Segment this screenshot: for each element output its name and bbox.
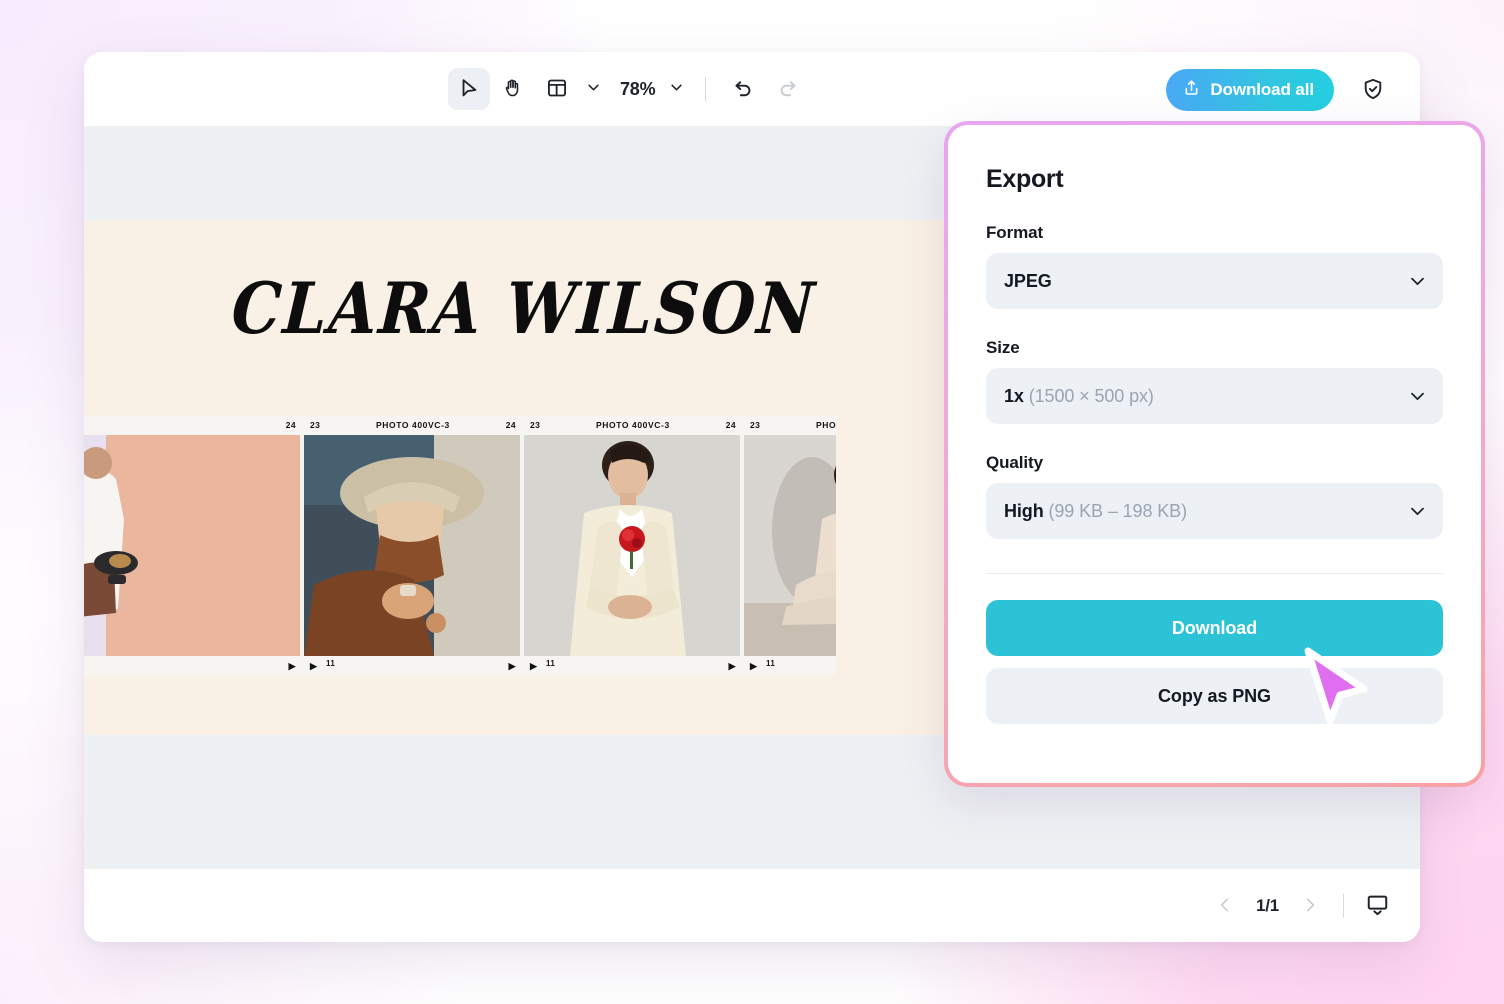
layout-dropdown-button[interactable] [580, 71, 606, 107]
zoom-dropdown-button[interactable] [663, 71, 689, 107]
photo-frame[interactable] [84, 435, 300, 656]
format-select[interactable]: JPEG [986, 253, 1443, 309]
filmstrip[interactable]: 24 23 PHOTO 400VC-3 24 23 PHOTO 400VC-3 … [84, 416, 836, 675]
toolbar-divider [705, 77, 706, 101]
layout-tool-button[interactable] [536, 68, 578, 110]
top-toolbar: 78% [84, 52, 1420, 126]
size-value-group: 1x (1500 × 500 px) [1004, 386, 1154, 407]
film-segment: 24 [84, 416, 304, 435]
film-segment: ▶ 11 ▶ [524, 656, 744, 675]
quality-value: High [1004, 501, 1044, 521]
chevron-down-icon [669, 80, 684, 98]
film-counter: 11 [546, 659, 555, 668]
export-panel: Export Format JPEG Size 1x (1500 × 500 p… [944, 121, 1485, 787]
download-all-button[interactable]: Download all [1166, 69, 1334, 111]
download-button[interactable]: Download [986, 600, 1443, 656]
film-frame-number: 24 [286, 420, 296, 430]
quality-value-group: High (99 KB – 198 KB) [1004, 501, 1187, 522]
select-tool-button[interactable] [448, 68, 490, 110]
film-triangle-icon: ▶ [729, 661, 736, 672]
film-triangle-icon: ▶ [509, 661, 516, 672]
cursor-arrow-icon [458, 77, 480, 102]
previous-page-button[interactable] [1208, 889, 1242, 923]
film-segment: ▶ 11 ▶ [304, 656, 524, 675]
format-label: Format [986, 223, 1443, 243]
undo-button[interactable] [722, 68, 764, 110]
photo-frame[interactable] [304, 435, 520, 656]
next-page-button[interactable] [1293, 889, 1327, 923]
upload-share-icon [1182, 78, 1201, 102]
redo-button[interactable] [766, 68, 808, 110]
chevron-down-icon [1408, 387, 1427, 406]
copy-as-png-button[interactable]: Copy as PNG [986, 668, 1443, 724]
presentation-screen-icon [1365, 892, 1390, 920]
panel-divider [986, 573, 1443, 574]
film-segment: ▶ 11 ▶ [744, 656, 836, 675]
film-segment: 23 PHOTO 400VC-3 24 [744, 416, 836, 435]
chevron-down-icon [586, 80, 601, 98]
export-panel-title: Export [986, 165, 1443, 194]
film-stock-label: PHOTO 400VC-3 [816, 420, 836, 430]
filmstrip-photos [84, 435, 836, 656]
film-frame-number: 24 [726, 420, 736, 430]
size-label: Size [986, 338, 1443, 358]
page-navigation: 1/1 [1208, 869, 1394, 942]
film-triangle-icon: ▶ [310, 661, 317, 672]
layout-grid-icon [546, 77, 568, 102]
chevron-left-icon [1216, 896, 1234, 917]
chevron-down-icon [1408, 272, 1427, 291]
chevron-down-icon [1408, 502, 1427, 521]
film-stock-label: PHOTO 400VC-3 [376, 420, 450, 430]
filmstrip-bottom-edge: ▶ ▶ 11 ▶ ▶ 11 ▶ ▶ 11 ▶ [84, 656, 836, 675]
quality-detail: (99 KB – 198 KB) [1049, 501, 1187, 521]
quality-label: Quality [986, 453, 1443, 473]
film-triangle-icon: ▶ [530, 661, 537, 672]
film-frame-number: 23 [310, 420, 320, 430]
size-detail: (1500 × 500 px) [1029, 386, 1154, 406]
zoom-level-value: 78% [608, 79, 661, 100]
download-all-label: Download all [1210, 80, 1314, 100]
photo-frame[interactable] [524, 435, 740, 656]
film-segment: 23 PHOTO 400VC-3 24 [304, 416, 524, 435]
pager-divider [1343, 894, 1344, 918]
shield-check-icon [1361, 77, 1385, 104]
size-value: 1x [1004, 386, 1024, 406]
film-frame-number: 23 [750, 420, 760, 430]
chevron-right-icon [1301, 896, 1319, 917]
page-indicator: 1/1 [1246, 896, 1289, 916]
design-title: CLARA WILSON [84, 267, 967, 350]
film-counter: 11 [766, 659, 775, 668]
hand-tool-button[interactable] [492, 68, 534, 110]
film-segment: 23 PHOTO 400VC-3 24 [524, 416, 744, 435]
film-segment: ▶ [84, 656, 304, 675]
film-frame-number: 23 [530, 420, 540, 430]
film-triangle-icon: ▶ [289, 661, 296, 672]
film-stock-label: PHOTO 400VC-3 [596, 420, 670, 430]
film-counter: 11 [326, 659, 335, 668]
film-triangle-icon: ▶ [750, 661, 757, 672]
bottom-bar: 1/1 [84, 868, 1420, 942]
redo-icon [776, 76, 799, 102]
toolbar-tool-group: 78% [448, 52, 808, 126]
filmstrip-top-edge: 24 23 PHOTO 400VC-3 24 23 PHOTO 400VC-3 … [84, 416, 836, 435]
photo-frame[interactable] [744, 435, 836, 656]
format-value: JPEG [1004, 271, 1052, 292]
film-frame-number: 24 [506, 420, 516, 430]
hand-icon [502, 77, 524, 102]
shield-check-button[interactable] [1354, 71, 1392, 109]
present-mode-button[interactable] [1360, 889, 1394, 923]
quality-select[interactable]: High (99 KB – 198 KB) [986, 483, 1443, 539]
undo-icon [732, 76, 755, 102]
size-select[interactable]: 1x (1500 × 500 px) [986, 368, 1443, 424]
export-panel-inner: Export Format JPEG Size 1x (1500 × 500 p… [948, 125, 1481, 783]
